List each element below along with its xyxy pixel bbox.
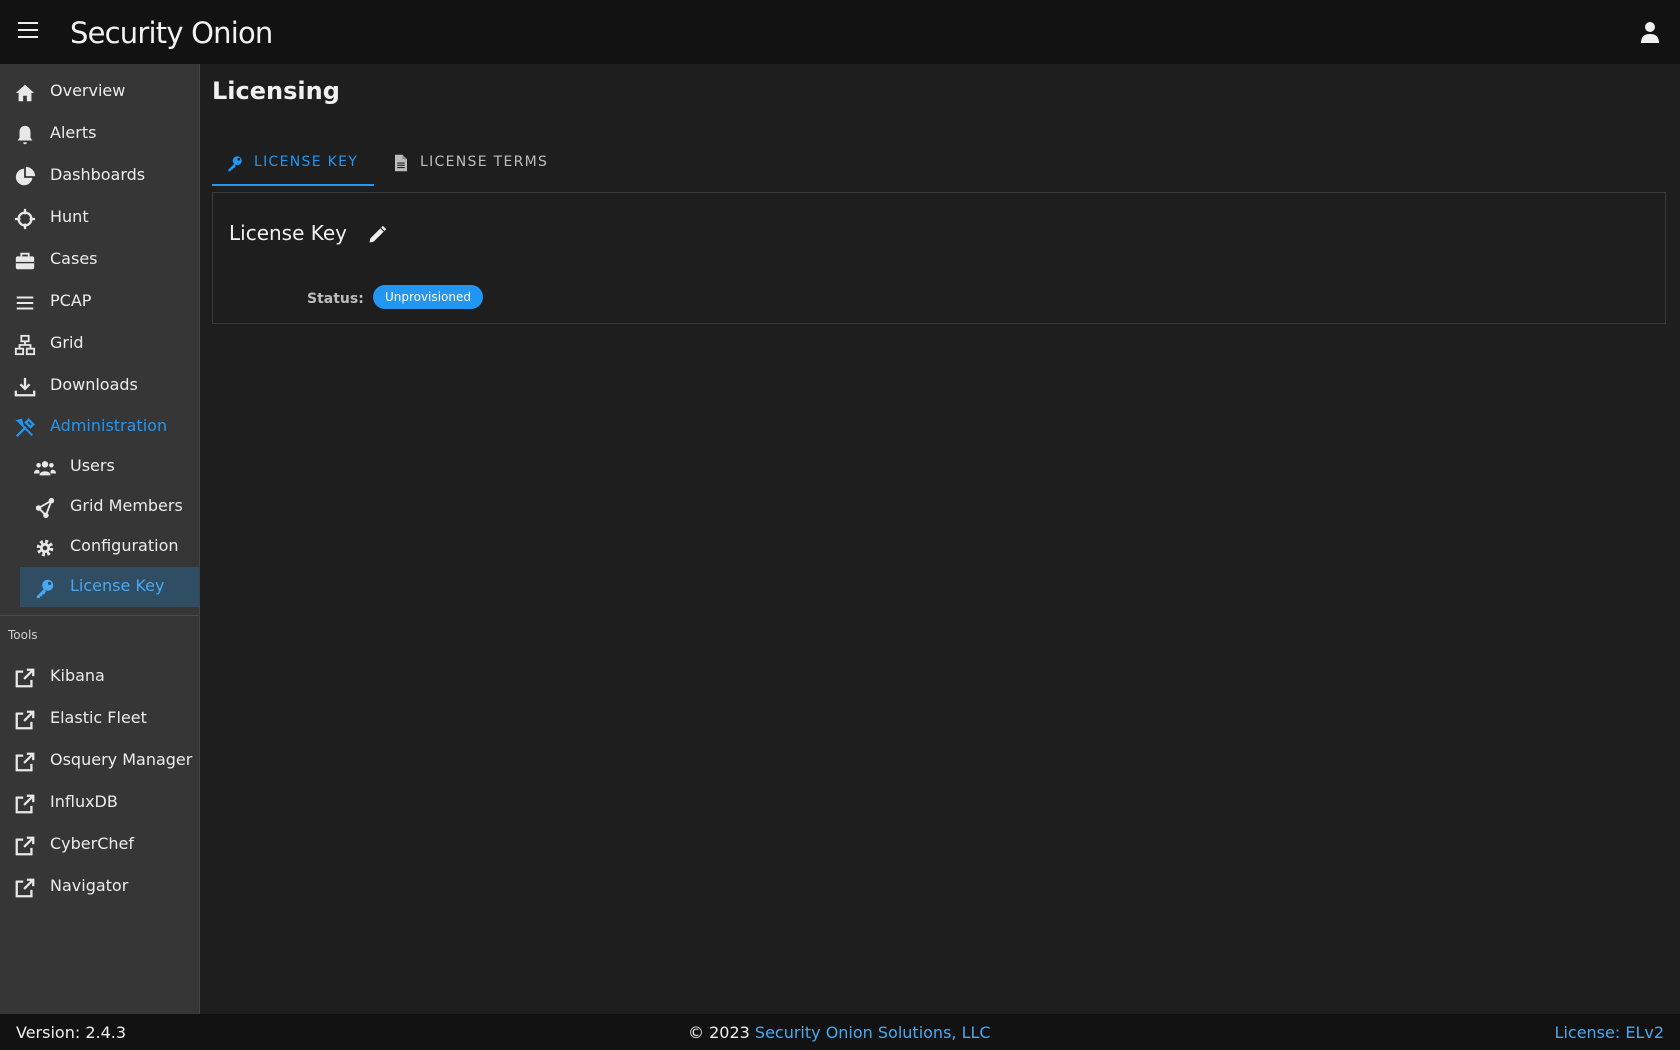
sidebar-item-label: Elastic Fleet [50, 708, 147, 727]
sidebar-tool-elastic-fleet[interactable]: Elastic Fleet [0, 699, 199, 739]
bell-icon [17, 125, 33, 145]
sidebar-item-label: Dashboards [50, 165, 146, 184]
pie-chart-icon [15, 166, 36, 186]
external-link-icon [15, 752, 35, 772]
sidebar-item-pcap[interactable]: PCAP [0, 282, 199, 322]
tab-license-key[interactable]: LICENSE KEY [212, 140, 374, 186]
pencil-icon[interactable] [367, 225, 387, 245]
document-icon [395, 154, 407, 172]
sidebar-item-label: CyberChef [50, 834, 135, 853]
external-link-icon [15, 836, 35, 856]
sidebar-subitem-users[interactable]: Users [20, 447, 199, 487]
sidebar-item-alerts[interactable]: Alerts [0, 114, 199, 154]
main-content: Licensing LICENSE KEY LICENSE TERMS Lice… [200, 64, 1680, 1014]
sidebar-subitem-license-key[interactable]: License Key [20, 567, 199, 607]
sidebar-item-label: Downloads [50, 375, 138, 394]
sidebar-tool-influxdb[interactable]: InfluxDB [0, 783, 199, 823]
crosshairs-icon [14, 208, 36, 230]
logo-text: Security Onion [70, 16, 273, 50]
page-title: Licensing [212, 77, 340, 105]
company-link[interactable]: Security Onion Solutions, LLC [755, 1023, 991, 1042]
sidebar-item-cases[interactable]: Cases [0, 240, 199, 280]
sidebar-item-label: InfluxDB [50, 792, 118, 811]
sidebar-item-label: Osquery Manager [50, 750, 193, 769]
copyright-text: © 2023 [688, 1023, 750, 1042]
external-link-icon [15, 794, 35, 814]
sidebar-item-dashboards[interactable]: Dashboards [0, 156, 199, 196]
nodes-icon [35, 497, 55, 519]
version-text: Version: 2.4.3 [16, 1023, 127, 1042]
sidebar-item-label: Hunt [50, 207, 89, 226]
sidebar-item-administration[interactable]: Administration [0, 407, 199, 447]
sidebar-divider [0, 615, 199, 616]
license-link[interactable]: License: ELv2 [1555, 1023, 1664, 1042]
sidebar-item-label: Users [70, 456, 115, 475]
sidebar-item-label: Navigator [50, 876, 129, 895]
sidebar-subitem-grid-members[interactable]: Grid Members [20, 487, 199, 527]
status-label: Status: [307, 291, 364, 307]
users-icon [34, 461, 56, 476]
sidebar-item-downloads[interactable]: Downloads [0, 366, 199, 406]
sidebar-item-label: Configuration [70, 536, 179, 555]
download-icon [14, 377, 36, 397]
tab-label: LICENSE KEY [254, 154, 359, 170]
copyright: © 2023 Security Onion Solutions, LLC [688, 1023, 991, 1042]
sidebar-tool-kibana[interactable]: Kibana [0, 657, 199, 697]
status-badge: Unprovisioned [373, 285, 483, 309]
tab-license-terms[interactable]: LICENSE TERMS [378, 140, 548, 184]
sidebar-item-label: Cases [50, 249, 98, 268]
lines-icon [16, 296, 34, 310]
sidebar: Overview Alerts Dashboards Hunt Cases PC… [0, 64, 200, 1014]
sidebar-item-label: Alerts [50, 123, 97, 142]
sidebar-item-hunt[interactable]: Hunt [0, 198, 199, 238]
key-icon [36, 579, 54, 599]
sidebar-item-label: License Key [70, 576, 165, 595]
sidebar-item-grid[interactable]: Grid [0, 324, 199, 364]
sidebar-tool-cyberchef[interactable]: CyberChef [0, 825, 199, 865]
tools-subheader: Tools [8, 628, 38, 642]
sidebar-tool-navigator[interactable]: Navigator [0, 867, 199, 907]
sidebar-item-label: Overview [50, 81, 126, 100]
external-link-icon [15, 668, 35, 688]
sidebar-tool-osquery-manager[interactable]: Osquery Manager [0, 741, 199, 781]
footer: Version: 2.4.3 © 2023 Security Onion Sol… [0, 1014, 1680, 1050]
sidebar-item-overview[interactable]: Overview [0, 72, 199, 112]
briefcase-icon [15, 252, 35, 270]
sidebar-item-label: Administration [50, 416, 168, 435]
sidebar-subitem-configuration[interactable]: Configuration [20, 527, 199, 567]
network-icon [14, 334, 36, 356]
gear-icon [36, 539, 54, 557]
external-link-icon [15, 710, 35, 730]
sidebar-item-label: Grid [50, 333, 84, 352]
hamburger-menu-icon[interactable] [18, 22, 38, 40]
user-account-icon[interactable] [1638, 20, 1662, 44]
external-link-icon [15, 878, 35, 898]
tab-label: LICENSE TERMS [420, 154, 549, 170]
key-icon [228, 156, 242, 172]
sidebar-item-label: Kibana [50, 666, 105, 685]
top-app-bar: Security Onion [0, 0, 1680, 64]
card-title: License Key [229, 221, 348, 245]
home-icon [15, 84, 35, 102]
license-key-card: License Key Status: Unprovisioned [212, 192, 1666, 324]
sidebar-item-label: Grid Members [70, 496, 183, 515]
sidebar-item-label: PCAP [50, 291, 92, 310]
tools-icon [15, 418, 35, 438]
